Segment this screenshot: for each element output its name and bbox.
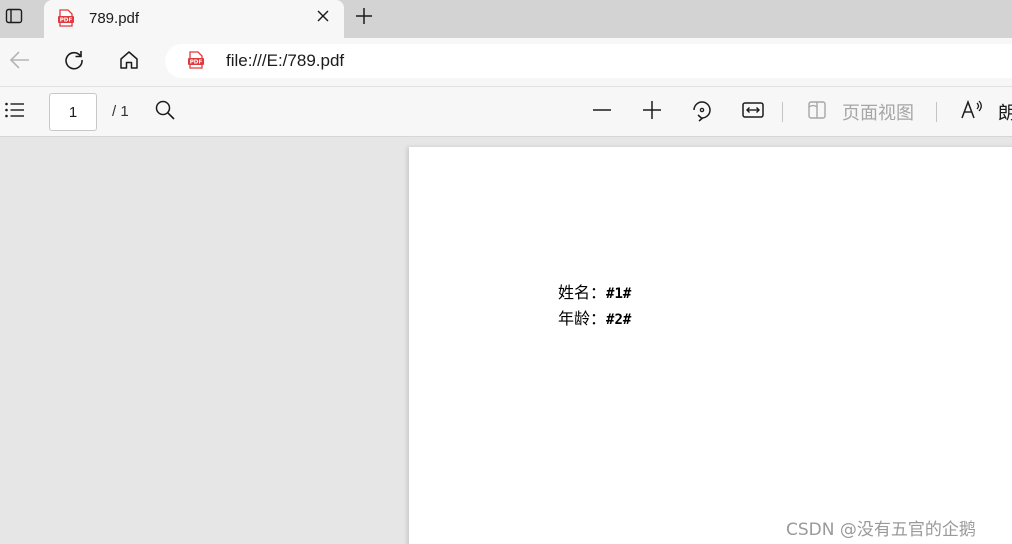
refresh-button[interactable] (62, 50, 86, 74)
field-label: 姓名： (558, 283, 607, 302)
search-icon (154, 99, 176, 126)
tab-actions-icon (5, 7, 23, 30)
pdf-toolbar: / 1 (0, 86, 1012, 137)
tab-active[interactable]: PDF 789.pdf (44, 0, 344, 38)
read-aloud-icon (960, 99, 984, 126)
field-name: 姓名：#1# (558, 279, 631, 303)
toolbar-divider (782, 102, 783, 122)
zoom-in-button[interactable] (640, 100, 664, 124)
address-bar[interactable]: PDF file:///E:/789.pdf (165, 44, 1012, 78)
back-button[interactable] (8, 50, 32, 74)
field-value: #1# (606, 286, 632, 302)
pdf-page: 姓名：#1# 年龄：#2# (409, 147, 1012, 544)
navigation-bar: PDF file:///E:/789.pdf (0, 38, 1012, 86)
field-age: 年龄：#2# (558, 305, 631, 329)
page-number-input[interactable] (49, 93, 97, 131)
home-icon (118, 49, 140, 76)
read-aloud-label: 朗 (998, 103, 1012, 124)
tab-title: 789.pdf (89, 10, 140, 27)
field-label: 年龄： (558, 309, 607, 328)
list-icon (4, 100, 26, 125)
find-button[interactable] (153, 100, 177, 124)
tab-actions-button[interactable] (4, 8, 24, 28)
url-text: file:///E:/789.pdf (226, 51, 345, 70)
new-tab-button[interactable] (354, 7, 374, 30)
rotate-button[interactable] (690, 100, 714, 124)
page-view-label: 页面视图 (842, 103, 914, 124)
zoom-out-button[interactable] (590, 100, 614, 124)
home-button[interactable] (117, 50, 141, 74)
pdf-file-icon: PDF (57, 9, 75, 27)
table-of-contents-button[interactable] (3, 100, 27, 124)
svg-text:PDF: PDF (60, 18, 73, 24)
svg-text:PDF: PDF (190, 60, 203, 66)
arrow-left-icon (9, 49, 31, 76)
fit-width-icon (741, 99, 765, 126)
page-view-button[interactable]: 页面视图 (806, 99, 914, 125)
close-icon (316, 9, 330, 28)
minus-icon (591, 99, 613, 126)
plus-icon (641, 99, 663, 126)
toolbar-divider (936, 102, 937, 122)
tab-close-button[interactable] (314, 9, 332, 27)
page-total: / 1 (112, 103, 129, 120)
pdf-file-icon: PDF (187, 51, 205, 69)
rotate-icon (690, 98, 714, 127)
read-aloud-button[interactable]: 朗 (960, 99, 1012, 125)
page-view-icon (806, 99, 828, 126)
browser-window: PDF 789.pdf PDF file:///E:/789.pdf 1 / 1… (0, 0, 1012, 544)
plus-icon (355, 7, 373, 30)
refresh-icon (63, 49, 85, 76)
fit-width-button[interactable] (741, 100, 765, 124)
tab-strip: PDF 789.pdf (0, 0, 1012, 38)
watermark: CSDN @没有五官的企鹅 (786, 520, 976, 540)
pdf-viewer[interactable]: 姓名：#1# 年龄：#2# (0, 137, 1012, 544)
field-value: #2# (606, 312, 632, 328)
